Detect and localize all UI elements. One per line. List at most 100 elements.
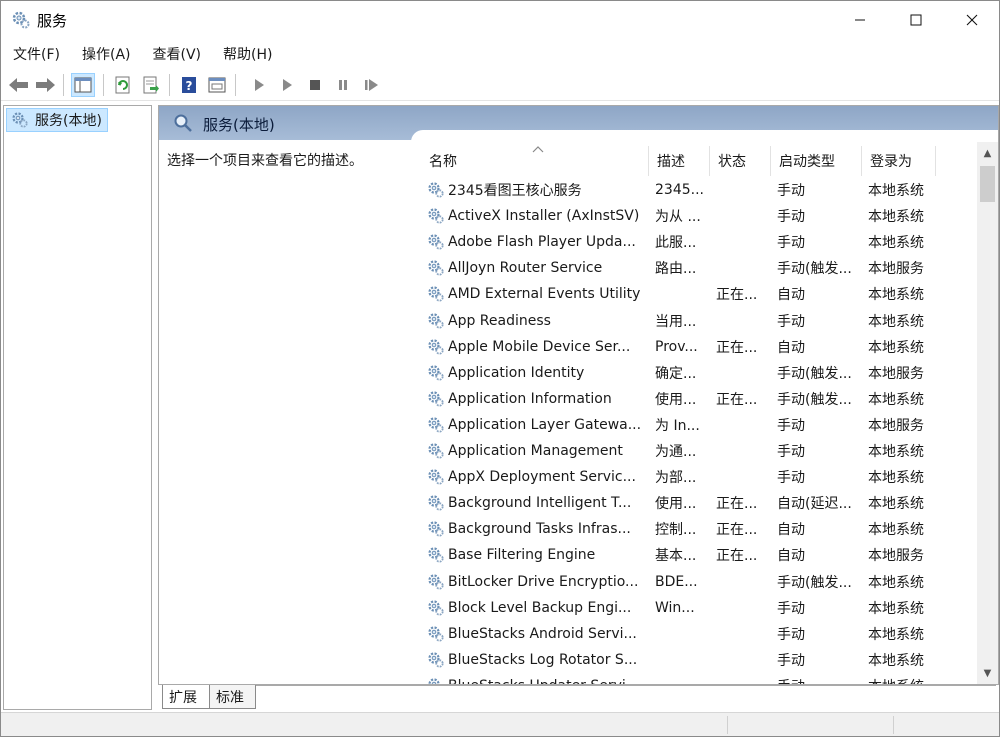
- service-name-text: Adobe Flash Player Upda...: [448, 234, 636, 251]
- table-row[interactable]: App Readiness 当用... 手动 本地系统: [421, 308, 977, 334]
- service-log-on-as: 本地系统: [868, 673, 938, 684]
- back-icon[interactable]: [7, 73, 31, 97]
- tab-extended[interactable]: 扩展: [162, 685, 210, 709]
- service-startup-type: 手动: [777, 235, 805, 252]
- start-service-icon[interactable]: [247, 73, 271, 97]
- service-startup-type: 手动: [777, 652, 805, 669]
- close-icon[interactable]: [949, 1, 995, 39]
- help-icon[interactable]: ?: [177, 73, 201, 97]
- start-service-alt-icon[interactable]: [275, 73, 299, 97]
- table-row[interactable]: 2345看图王核心服务 2345... 手动 本地系统: [421, 177, 977, 203]
- service-name: Adobe Flash Player Upda...: [427, 229, 647, 255]
- service-startup-type: 手动: [777, 313, 805, 330]
- table-row[interactable]: Apple Mobile Device Ser... Prov... 正在... 自动…: [421, 334, 977, 360]
- service-description: 路由...: [655, 261, 697, 278]
- service-name: ActiveX Installer (AxInstSV): [427, 203, 647, 229]
- column-header-log-on-as[interactable]: 登录为: [862, 146, 936, 176]
- service-log-on-as: 本地服务: [868, 365, 924, 382]
- menu-action[interactable]: 操作(A): [70, 41, 141, 67]
- service-description: Prov...: [655, 338, 698, 355]
- column-header-startup-type[interactable]: 启动类型: [771, 146, 862, 176]
- status-segment: [893, 716, 894, 734]
- tree-item-services-local[interactable]: 服务(本地): [6, 108, 108, 132]
- service-name-text: Application Management: [448, 443, 623, 459]
- table-row[interactable]: BlueStacks Log Rotator S... 手动 本地系统: [421, 647, 977, 673]
- service-gear-icon: [427, 546, 445, 564]
- table-row[interactable]: Block Level Backup Engi... Win... 手动 本地系统: [421, 595, 977, 621]
- toolbar-separator: [63, 74, 64, 96]
- export-list-icon[interactable]: [139, 73, 163, 97]
- stop-service-icon[interactable]: [303, 73, 327, 97]
- table-row[interactable]: BitLocker Drive Encryptio... BDE... 手动(触发.…: [421, 569, 977, 595]
- scroll-thumb[interactable]: [980, 166, 995, 202]
- tab-standard[interactable]: 标准: [210, 685, 256, 709]
- restart-service-icon[interactable]: [359, 73, 383, 97]
- status-bar: [1, 712, 999, 736]
- service-gear-icon: [427, 364, 445, 382]
- console-tree: 服务(本地): [3, 105, 152, 710]
- service-startup-type: 手动: [777, 417, 805, 434]
- service-log-on-as: 本地服务: [868, 261, 924, 278]
- service-name-text: ActiveX Installer (AxInstSV): [448, 208, 640, 225]
- service-description: 基本...: [655, 548, 697, 565]
- pause-service-icon[interactable]: [331, 73, 355, 97]
- service-startup-type: 手动: [777, 444, 805, 460]
- service-gear-icon: [427, 390, 445, 408]
- table-row[interactable]: Application Layer Gatewa... 为 In... 手动 本地服务: [421, 412, 977, 438]
- table-row[interactable]: AMD External Events Utility 正在... 自动 本地系统: [421, 281, 977, 307]
- service-gear-icon: [427, 312, 445, 330]
- vertical-scrollbar[interactable]: ▲ ▼: [977, 142, 998, 684]
- minimize-icon[interactable]: [837, 1, 883, 39]
- column-header-description[interactable]: 描述: [649, 146, 710, 176]
- properties-icon[interactable]: [205, 73, 229, 97]
- service-description: [655, 621, 711, 647]
- service-status: [716, 438, 770, 464]
- show-hide-console-tree-icon[interactable]: [71, 73, 95, 97]
- table-row[interactable]: Background Intelligent T... 使用... 正在... 自动(…: [421, 490, 977, 516]
- scroll-down-icon[interactable]: ▼: [977, 662, 998, 684]
- scroll-up-icon[interactable]: ▲: [977, 142, 998, 164]
- service-gear-icon: [427, 233, 445, 251]
- service-log-on-as: 本地系统: [868, 183, 924, 199]
- service-log-on-as: 本地系统: [868, 313, 924, 330]
- status-segment: [727, 716, 728, 734]
- service-log-on-as: 本地系统: [868, 470, 924, 487]
- menu-view[interactable]: 查看(V): [141, 41, 212, 67]
- service-log-on-as: 本地系统: [868, 339, 924, 356]
- menu-file[interactable]: 文件(F): [1, 41, 70, 67]
- table-row[interactable]: BlueStacks Updater Servi... 手动本地系统: [421, 673, 977, 684]
- forward-icon[interactable]: [33, 73, 57, 97]
- service-name-text: Application Layer Gatewa...: [448, 416, 642, 433]
- table-row[interactable]: Base Filtering Engine 基本... 正在... 自动 本地服务: [421, 542, 977, 568]
- table-row[interactable]: Application Management 为通... 手动 本地系统: [421, 438, 977, 464]
- service-log-on-as: 本地系统: [868, 574, 924, 591]
- service-status: [716, 673, 770, 684]
- service-status: [716, 203, 770, 229]
- column-header-status[interactable]: 状态: [710, 146, 771, 176]
- service-status: [716, 621, 770, 647]
- service-log-on-as: 本地系统: [868, 235, 924, 252]
- menu-help[interactable]: 帮助(H): [211, 41, 282, 67]
- service-log-on-as: 本地系统: [868, 522, 924, 539]
- table-row[interactable]: Application Information 使用... 正在... 手动(触发..…: [421, 386, 977, 412]
- column-header-name[interactable]: 名称: [421, 146, 649, 176]
- table-row[interactable]: Background Tasks Infras... 控制... 正在... 自动 本地…: [421, 516, 977, 542]
- refresh-icon[interactable]: [111, 73, 135, 97]
- service-status: [716, 647, 770, 673]
- table-row[interactable]: Adobe Flash Player Upda... 此服... 手动 本地系统: [421, 229, 977, 255]
- service-log-on-as: 本地系统: [868, 652, 924, 669]
- table-row[interactable]: Application Identity 确定... 手动(触发... 本地服务: [421, 360, 977, 386]
- service-status: 正在...: [716, 339, 758, 356]
- table-row[interactable]: AppX Deployment Servic... 为部... 手动 本地系统: [421, 464, 977, 490]
- table-row[interactable]: BlueStacks Android Servi... 手动 本地系统: [421, 621, 977, 647]
- table-row[interactable]: AllJoyn Router Service 路由... 手动(触发... 本地服务: [421, 255, 977, 281]
- table-row[interactable]: ActiveX Installer (AxInstSV) 为从 ... 手动 本地系统: [421, 203, 977, 229]
- services-table: 名称 描述 状态 启动类型 登录为 2345看图王核心服务 2345... 手动 本地…: [421, 142, 977, 684]
- service-status: 正在...: [716, 522, 758, 539]
- service-log-on-as: 本地系统: [868, 391, 924, 408]
- service-name-text: BitLocker Drive Encryptio...: [448, 573, 639, 590]
- service-name: Apple Mobile Device Ser...: [427, 334, 647, 360]
- service-description: 为通...: [655, 444, 697, 460]
- service-name-text: AllJoyn Router Service: [448, 260, 603, 277]
- maximize-icon[interactable]: [893, 1, 939, 39]
